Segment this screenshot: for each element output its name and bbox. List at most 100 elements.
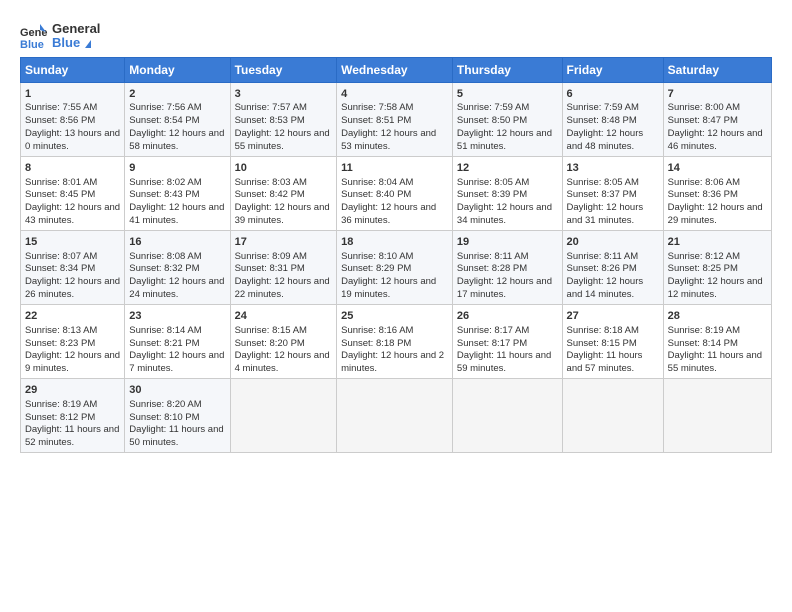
sunset: Sunset: 8:17 PM xyxy=(457,338,527,349)
daylight: Daylight: 12 hours and 4 minutes. xyxy=(235,350,330,374)
daylight: Daylight: 12 hours and 43 minutes. xyxy=(25,202,120,226)
table-row: 23Sunrise: 8:14 AMSunset: 8:21 PMDayligh… xyxy=(125,304,230,378)
day-number: 22 xyxy=(25,309,120,324)
sunrise: Sunrise: 8:19 AM xyxy=(668,325,740,336)
table-row: 26Sunrise: 8:17 AMSunset: 8:17 PMDayligh… xyxy=(452,304,562,378)
daylight: Daylight: 12 hours and 14 minutes. xyxy=(567,276,644,300)
sunrise: Sunrise: 8:03 AM xyxy=(235,177,307,188)
col-thursday: Thursday xyxy=(452,57,562,82)
table-row: 20Sunrise: 8:11 AMSunset: 8:26 PMDayligh… xyxy=(562,230,663,304)
daylight: Daylight: 12 hours and 58 minutes. xyxy=(129,128,224,152)
sunset: Sunset: 8:32 PM xyxy=(129,263,199,274)
table-row: 19Sunrise: 8:11 AMSunset: 8:28 PMDayligh… xyxy=(452,230,562,304)
day-number: 6 xyxy=(567,87,659,102)
sunset: Sunset: 8:18 PM xyxy=(341,338,411,349)
table-row: 27Sunrise: 8:18 AMSunset: 8:15 PMDayligh… xyxy=(562,304,663,378)
sunset: Sunset: 8:21 PM xyxy=(129,338,199,349)
sunset: Sunset: 8:25 PM xyxy=(668,263,738,274)
day-number: 3 xyxy=(235,87,333,102)
table-row xyxy=(337,378,453,452)
sunrise: Sunrise: 8:04 AM xyxy=(341,177,413,188)
day-number: 25 xyxy=(341,309,448,324)
col-saturday: Saturday xyxy=(663,57,771,82)
table-row: 12Sunrise: 8:05 AMSunset: 8:39 PMDayligh… xyxy=(452,156,562,230)
daylight: Daylight: 12 hours and 24 minutes. xyxy=(129,276,224,300)
col-tuesday: Tuesday xyxy=(230,57,337,82)
day-number: 26 xyxy=(457,309,558,324)
sunset: Sunset: 8:39 PM xyxy=(457,189,527,200)
daylight: Daylight: 11 hours and 52 minutes. xyxy=(25,424,119,448)
sunrise: Sunrise: 8:00 AM xyxy=(668,102,740,113)
calendar-week-2: 8Sunrise: 8:01 AMSunset: 8:45 PMDaylight… xyxy=(21,156,772,230)
table-row: 16Sunrise: 8:08 AMSunset: 8:32 PMDayligh… xyxy=(125,230,230,304)
sunrise: Sunrise: 7:59 AM xyxy=(567,102,639,113)
daylight: Daylight: 12 hours and 46 minutes. xyxy=(668,128,763,152)
sunset: Sunset: 8:36 PM xyxy=(668,189,738,200)
sunset: Sunset: 8:23 PM xyxy=(25,338,95,349)
day-number: 29 xyxy=(25,383,120,398)
sunrise: Sunrise: 7:59 AM xyxy=(457,102,529,113)
table-row: 24Sunrise: 8:15 AMSunset: 8:20 PMDayligh… xyxy=(230,304,337,378)
table-row: 29Sunrise: 8:19 AMSunset: 8:12 PMDayligh… xyxy=(21,378,125,452)
table-row: 22Sunrise: 8:13 AMSunset: 8:23 PMDayligh… xyxy=(21,304,125,378)
calendar-week-5: 29Sunrise: 8:19 AMSunset: 8:12 PMDayligh… xyxy=(21,378,772,452)
daylight: Daylight: 12 hours and 51 minutes. xyxy=(457,128,552,152)
col-friday: Friday xyxy=(562,57,663,82)
day-number: 7 xyxy=(668,87,767,102)
table-row: 3Sunrise: 7:57 AMSunset: 8:53 PMDaylight… xyxy=(230,82,337,156)
daylight: Daylight: 12 hours and 53 minutes. xyxy=(341,128,436,152)
daylight: Daylight: 12 hours and 26 minutes. xyxy=(25,276,120,300)
daylight: Daylight: 11 hours and 55 minutes. xyxy=(668,350,762,374)
daylight: Daylight: 12 hours and 12 minutes. xyxy=(668,276,763,300)
day-number: 8 xyxy=(25,161,120,176)
day-number: 10 xyxy=(235,161,333,176)
day-number: 28 xyxy=(668,309,767,324)
logo-general: General xyxy=(52,22,100,36)
sunrise: Sunrise: 8:15 AM xyxy=(235,325,307,336)
sunrise: Sunrise: 7:58 AM xyxy=(341,102,413,113)
table-row xyxy=(452,378,562,452)
sunrise: Sunrise: 8:14 AM xyxy=(129,325,201,336)
day-number: 1 xyxy=(25,87,120,102)
table-row: 14Sunrise: 8:06 AMSunset: 8:36 PMDayligh… xyxy=(663,156,771,230)
sunrise: Sunrise: 8:08 AM xyxy=(129,251,201,262)
table-row: 4Sunrise: 7:58 AMSunset: 8:51 PMDaylight… xyxy=(337,82,453,156)
daylight: Daylight: 12 hours and 36 minutes. xyxy=(341,202,436,226)
table-row: 15Sunrise: 8:07 AMSunset: 8:34 PMDayligh… xyxy=(21,230,125,304)
daylight: Daylight: 12 hours and 22 minutes. xyxy=(235,276,330,300)
col-sunday: Sunday xyxy=(21,57,125,82)
sunrise: Sunrise: 8:10 AM xyxy=(341,251,413,262)
calendar-table: Sunday Monday Tuesday Wednesday Thursday… xyxy=(20,57,772,453)
day-number: 14 xyxy=(668,161,767,176)
table-row: 13Sunrise: 8:05 AMSunset: 8:37 PMDayligh… xyxy=(562,156,663,230)
sunset: Sunset: 8:50 PM xyxy=(457,115,527,126)
calendar-week-3: 15Sunrise: 8:07 AMSunset: 8:34 PMDayligh… xyxy=(21,230,772,304)
sunset: Sunset: 8:31 PM xyxy=(235,263,305,274)
day-number: 20 xyxy=(567,235,659,250)
day-number: 24 xyxy=(235,309,333,324)
sunrise: Sunrise: 8:01 AM xyxy=(25,177,97,188)
table-row xyxy=(230,378,337,452)
table-row: 28Sunrise: 8:19 AMSunset: 8:14 PMDayligh… xyxy=(663,304,771,378)
logo: General Blue General Blue xyxy=(20,22,100,51)
sunrise: Sunrise: 7:55 AM xyxy=(25,102,97,113)
sunrise: Sunrise: 8:18 AM xyxy=(567,325,639,336)
day-number: 21 xyxy=(668,235,767,250)
day-number: 15 xyxy=(25,235,120,250)
daylight: Daylight: 12 hours and 39 minutes. xyxy=(235,202,330,226)
logo-icon: General Blue xyxy=(20,22,48,50)
sunrise: Sunrise: 8:20 AM xyxy=(129,399,201,410)
sunset: Sunset: 8:28 PM xyxy=(457,263,527,274)
svg-text:General: General xyxy=(20,27,48,39)
sunset: Sunset: 8:37 PM xyxy=(567,189,637,200)
sunrise: Sunrise: 8:02 AM xyxy=(129,177,201,188)
sunrise: Sunrise: 8:11 AM xyxy=(457,251,529,262)
sunrise: Sunrise: 8:05 AM xyxy=(567,177,639,188)
sunrise: Sunrise: 8:17 AM xyxy=(457,325,529,336)
day-number: 17 xyxy=(235,235,333,250)
table-row: 21Sunrise: 8:12 AMSunset: 8:25 PMDayligh… xyxy=(663,230,771,304)
sunset: Sunset: 8:47 PM xyxy=(668,115,738,126)
day-number: 18 xyxy=(341,235,448,250)
table-row: 18Sunrise: 8:10 AMSunset: 8:29 PMDayligh… xyxy=(337,230,453,304)
table-row: 11Sunrise: 8:04 AMSunset: 8:40 PMDayligh… xyxy=(337,156,453,230)
